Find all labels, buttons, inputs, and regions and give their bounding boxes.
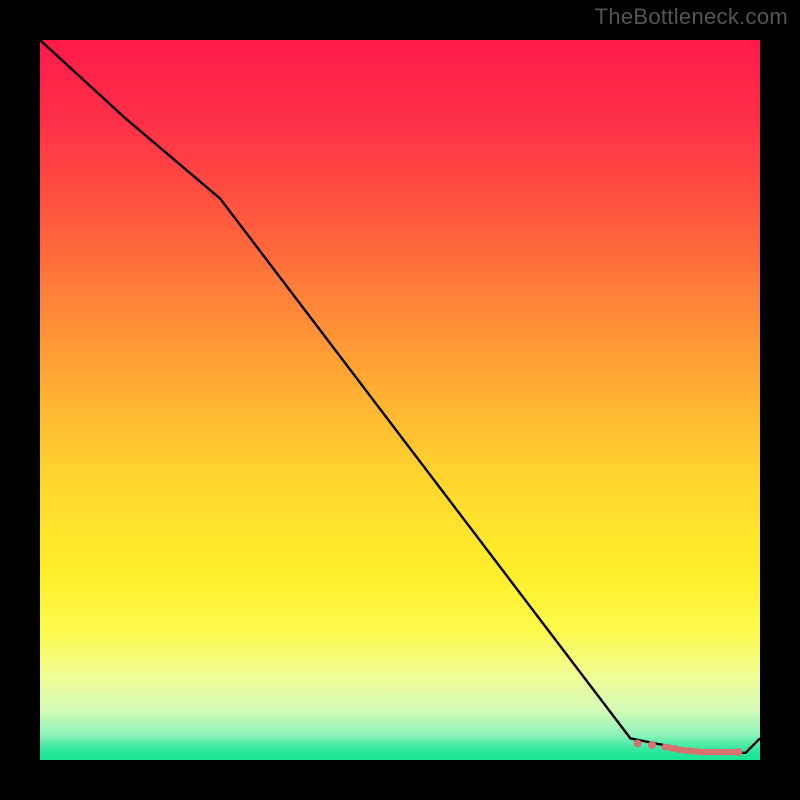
chart-frame: TheBottleneck.com	[0, 0, 800, 800]
chart-svg	[40, 40, 760, 760]
watermark-text: TheBottleneck.com	[595, 4, 788, 30]
plot-area	[40, 40, 760, 760]
gradient-background	[40, 40, 760, 760]
